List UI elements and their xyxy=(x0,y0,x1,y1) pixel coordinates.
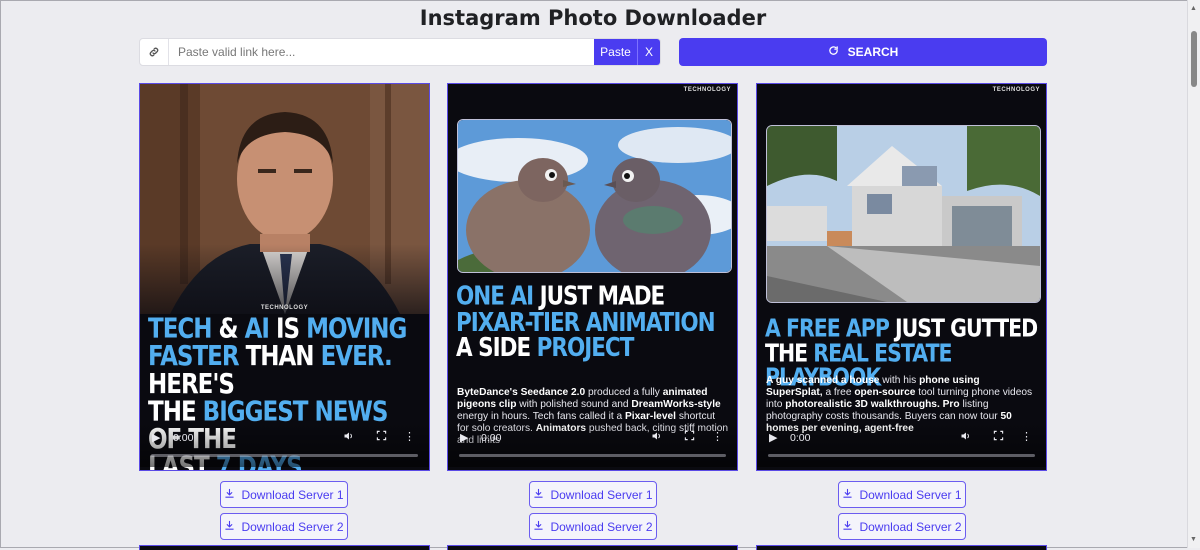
headline-line: FASTER THAN EVER. HERE'S xyxy=(148,341,423,400)
headline-segment: & xyxy=(211,313,245,345)
search-button-label: SEARCH xyxy=(847,45,899,59)
download-server-1-button[interactable]: Download Server 1 xyxy=(220,481,348,508)
video-time: 0:00 xyxy=(481,432,502,444)
play-icon[interactable]: ▶ xyxy=(769,431,777,444)
play-icon[interactable]: ▶ xyxy=(152,431,160,444)
search-button[interactable]: SEARCH xyxy=(679,38,1047,66)
video-card-next xyxy=(139,545,430,550)
download-server-1-button[interactable]: Download Server 1 xyxy=(529,481,657,508)
headline-segment: MOVING xyxy=(306,313,407,345)
search-bar: Paste X xyxy=(139,38,661,66)
download-button-label: Download Server 2 xyxy=(241,519,344,534)
download-icon xyxy=(533,488,544,502)
volume-icon[interactable] xyxy=(960,430,972,445)
more-vertical-icon[interactable]: ⋮ xyxy=(712,430,723,443)
caption-segment: ByteDance's Seedance 2.0 xyxy=(457,387,586,398)
video-progress-bar[interactable] xyxy=(768,454,1035,457)
download-icon xyxy=(224,520,235,534)
download-icon xyxy=(533,520,544,534)
video-card-2: TECHNOLOGY ONE AI JUST MADE PIXAR-TIER AN… xyxy=(447,83,738,471)
caption-segment: energy in hours. Tech fans called it a xyxy=(457,411,626,422)
link-icon xyxy=(140,39,169,65)
download-icon xyxy=(842,488,853,502)
video-progress-bar[interactable] xyxy=(459,454,726,457)
video-thumbnail xyxy=(457,119,732,273)
caption-segment: DreamWorks-style xyxy=(631,399,721,410)
video-controls: ▶ 0:00 ⋮ xyxy=(757,422,1046,467)
refresh-icon xyxy=(828,45,839,59)
headline-segment: A SIDE xyxy=(456,333,537,364)
category-tag: TECHNOLOGY xyxy=(992,87,1040,93)
download-server-2-button[interactable]: Download Server 2 xyxy=(529,513,657,540)
download-button-label: Download Server 1 xyxy=(241,487,344,502)
caption-segment: photorealistic 3D walkthroughs. Pro xyxy=(785,399,960,410)
volume-icon[interactable] xyxy=(651,430,663,445)
download-icon xyxy=(842,520,853,534)
headline-segment: TECH xyxy=(148,313,213,345)
video-time: 0:00 xyxy=(173,432,194,444)
search-input[interactable] xyxy=(169,39,594,65)
headline-segment: AI xyxy=(244,313,270,345)
more-vertical-icon[interactable]: ⋮ xyxy=(1021,430,1032,443)
headline-line: ONE AI JUST MADE xyxy=(456,284,731,310)
download-icon xyxy=(224,488,235,502)
caption-segment: A guy scanned a house xyxy=(766,375,880,386)
video-thumbnail xyxy=(766,125,1041,303)
caption-segment: produced a fully xyxy=(585,387,663,398)
caption-segment: open-source xyxy=(854,387,916,398)
video-controls: ▶ 0:00 ⋮ xyxy=(448,422,737,467)
headline-line: PIXAR-TIER ANIMATION xyxy=(456,309,731,336)
video-card-1: TECHNOLOGY TECH & AI IS MOVING FASTER THA… xyxy=(139,83,430,471)
category-tag: TECHNOLOGY xyxy=(260,305,309,311)
headline-segment: PROJECT xyxy=(536,333,635,364)
download-button-label: Download Server 2 xyxy=(859,519,962,534)
caption-segment: Pixar-level xyxy=(625,411,676,422)
video-card-3: TECHNOLOGY A FREE APP JUST GUTTED THE REA… xyxy=(756,83,1047,471)
video-progress-bar[interactable] xyxy=(151,454,418,457)
headline-line: A SIDE PROJECT xyxy=(456,333,731,364)
scroll-down-icon[interactable]: ▼ xyxy=(1190,536,1197,543)
fullscreen-icon[interactable] xyxy=(993,430,1004,444)
headline-segment: IS xyxy=(268,313,307,345)
download-server-2-button[interactable]: Download Server 2 xyxy=(220,513,348,540)
headline-segment: THAN xyxy=(238,341,321,373)
scrollbar-thumb[interactable] xyxy=(1191,31,1197,87)
download-server-2-button[interactable]: Download Server 2 xyxy=(838,513,966,540)
more-vertical-icon[interactable]: ⋮ xyxy=(404,430,415,443)
volume-icon[interactable] xyxy=(343,430,355,445)
video-controls: ▶ 0:00 ⋮ xyxy=(140,422,429,467)
headline-segment: FASTER xyxy=(148,341,240,373)
video-card-next xyxy=(447,545,738,550)
fullscreen-icon[interactable] xyxy=(684,430,695,444)
fullscreen-icon[interactable] xyxy=(376,430,387,444)
download-button-label: Download Server 1 xyxy=(550,487,653,502)
caption-segment: a free xyxy=(822,387,855,398)
headline-segment: EVER. xyxy=(320,341,393,373)
download-button-label: Download Server 2 xyxy=(550,519,653,534)
paste-button[interactable]: Paste xyxy=(594,39,637,65)
headline-line: A FREE APP JUST GUTTED xyxy=(765,316,1040,341)
clear-button[interactable]: X xyxy=(637,39,660,65)
play-icon[interactable]: ▶ xyxy=(460,431,468,444)
download-button-label: Download Server 1 xyxy=(859,487,962,502)
video-card-next xyxy=(756,545,1047,550)
headline-line: TECH & AI IS MOVING xyxy=(148,313,423,345)
video-headline: ONE AI JUST MADE PIXAR-TIER ANIMATION A SI… xyxy=(456,284,731,361)
caption-segment: with polished sound and xyxy=(516,399,632,410)
headline-segment: HERE'S xyxy=(148,368,235,400)
page-scrollbar[interactable]: ▲ ▼ xyxy=(1187,0,1200,548)
download-server-1-button[interactable]: Download Server 1 xyxy=(838,481,966,508)
page-title: Instagram Photo Downloader xyxy=(419,6,767,30)
video-time: 0:00 xyxy=(790,432,811,444)
scroll-up-icon[interactable]: ▲ xyxy=(1190,5,1197,12)
caption-segment: with his xyxy=(879,375,920,386)
category-tag: TECHNOLOGY xyxy=(683,87,731,93)
